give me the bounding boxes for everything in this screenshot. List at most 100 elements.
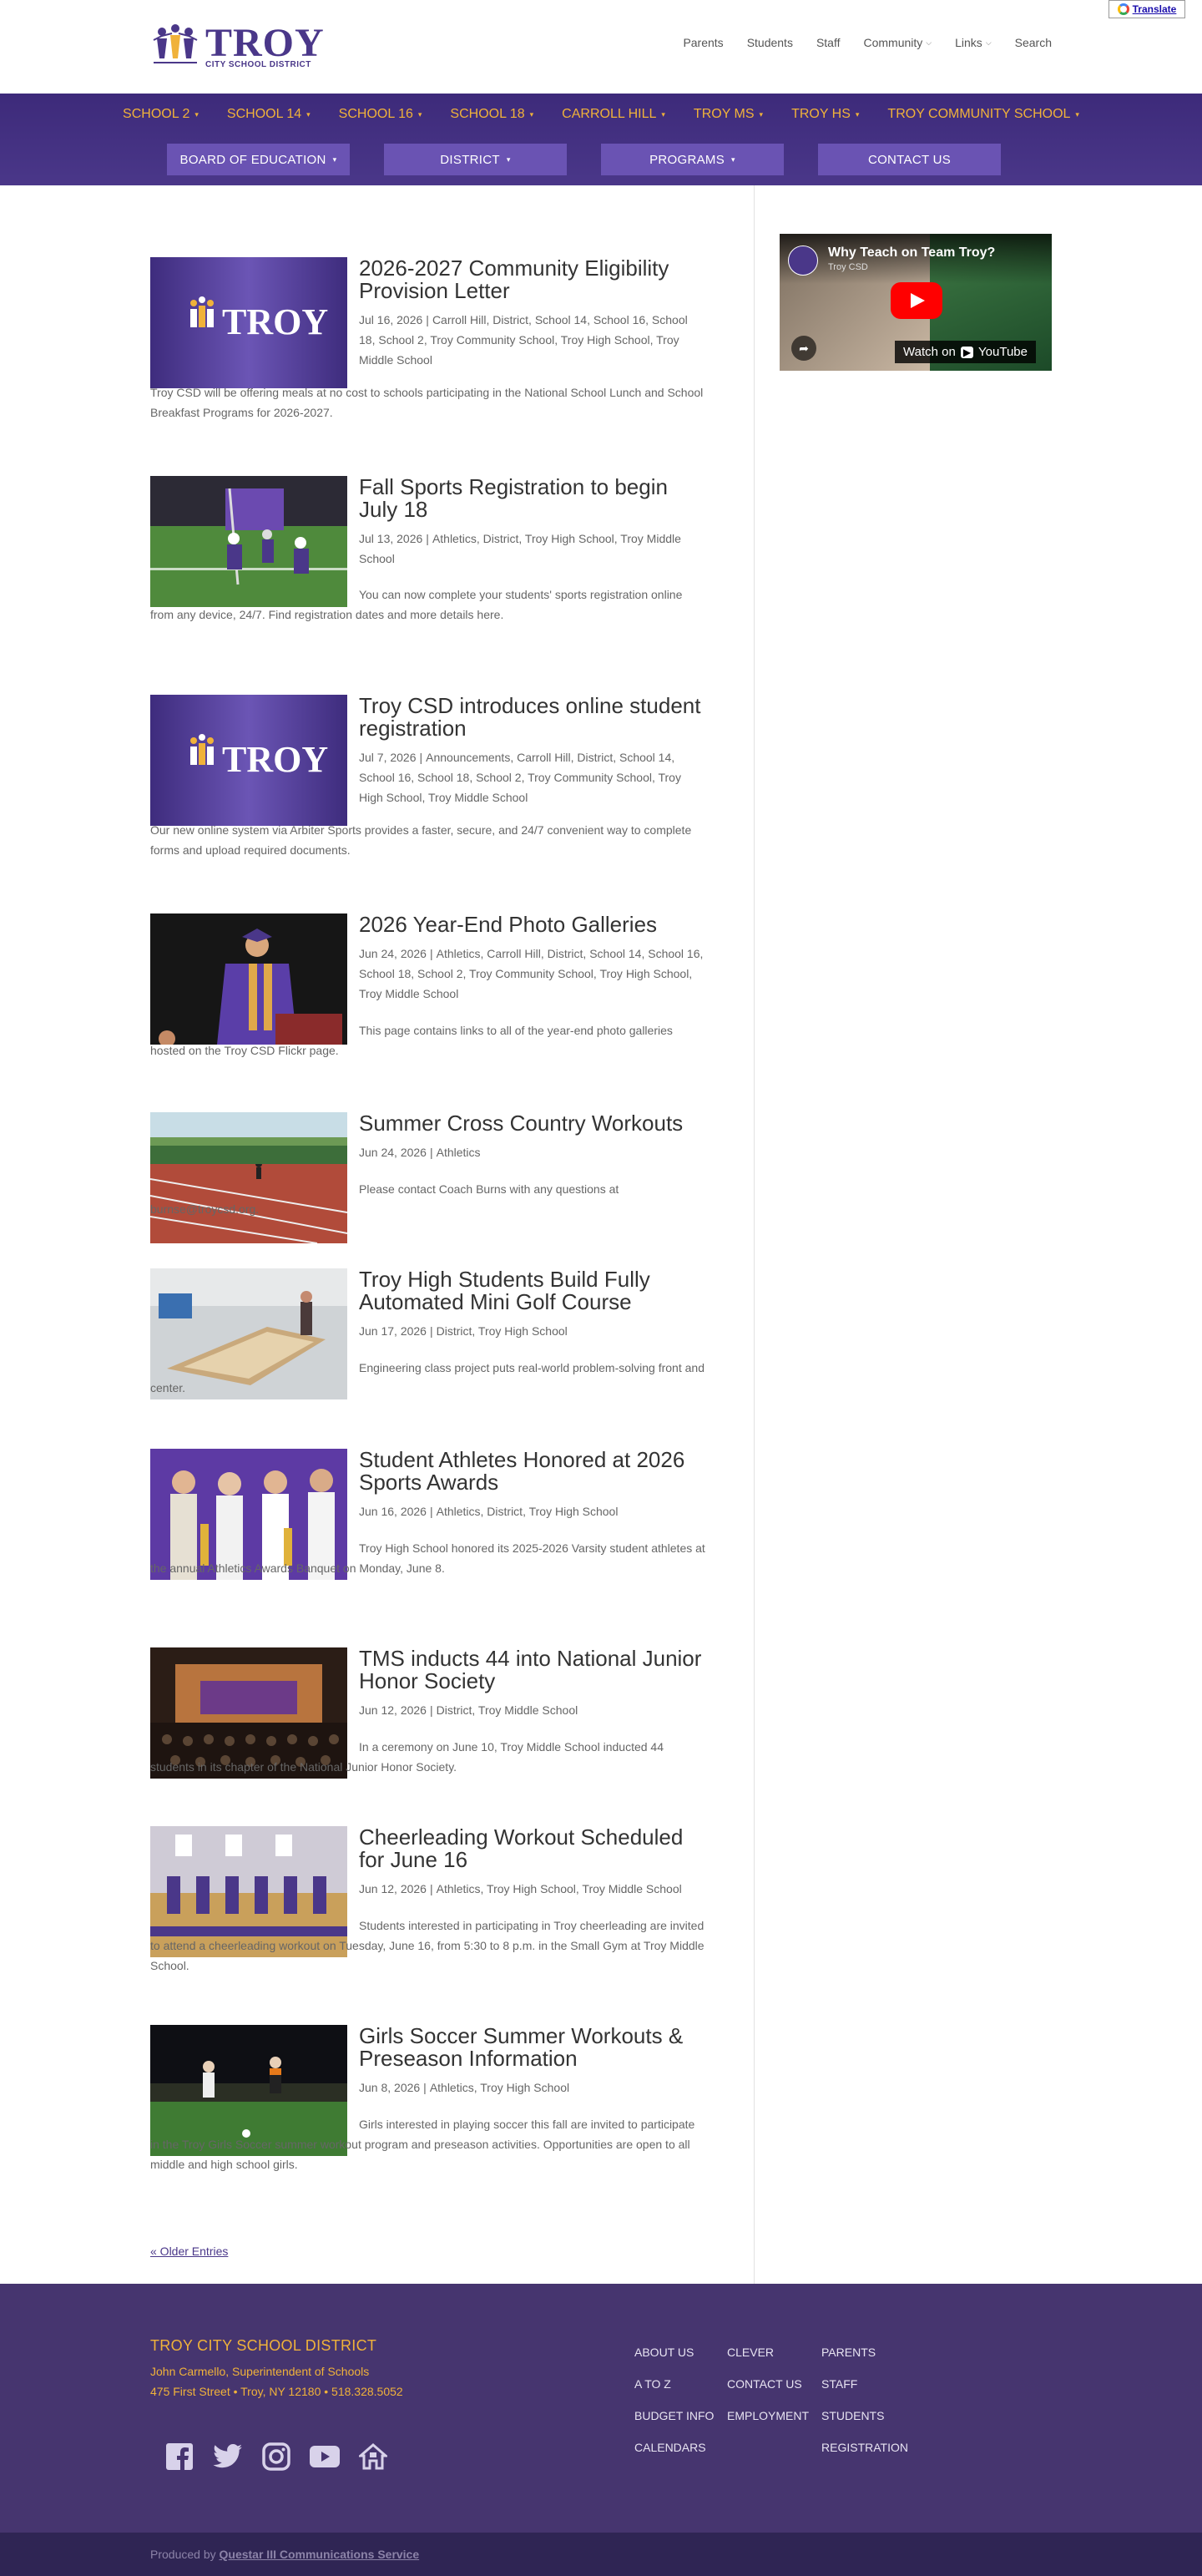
post-categories[interactable]: Athletics: [437, 1146, 481, 1159]
footer-link-registration[interactable]: REGISTRATION: [821, 2441, 908, 2454]
facebook-icon[interactable]: [164, 2441, 195, 2472]
school-nav-label: TROY MS: [693, 107, 755, 121]
post-date: Jun 17, 2026: [359, 1324, 427, 1338]
share-icon[interactable]: ➦: [791, 336, 816, 361]
youtube-label: YouTube: [978, 345, 1028, 359]
school-nav-item[interactable]: SCHOOL 18 ▾: [450, 107, 533, 122]
footer-link-students[interactable]: STUDENTS: [821, 2409, 884, 2422]
school-nav-item[interactable]: CARROLL HILL ▾: [562, 107, 665, 122]
school-nav-item[interactable]: TROY HS ▾: [791, 107, 859, 122]
chevron-down-icon: ▾: [529, 109, 534, 119]
post-meta: Jun 16, 2026 | Athletics, District, Troy H…: [359, 1501, 705, 1521]
play-icon[interactable]: [891, 282, 942, 319]
post-title[interactable]: Summer Cross Country Workouts: [359, 1112, 710, 1135]
post-thumbnail[interactable]: TROY: [150, 257, 347, 388]
footer-link-a-to-z[interactable]: A TO Z: [634, 2377, 671, 2391]
watch-on-youtube-button[interactable]: Watch on ▶ YouTube: [895, 341, 1036, 363]
school-nav-label: SCHOOL 16: [338, 107, 413, 121]
footer-link-contact-us[interactable]: CONTACT US: [727, 2377, 802, 2391]
footer-link-employment[interactable]: EMPLOYMENT: [727, 2409, 809, 2422]
meta-separator: |: [429, 1324, 433, 1338]
footer-district-name: TROY CITY SCHOOL DISTRICT: [150, 2337, 377, 2354]
produced-by-label: Produced by: [150, 2548, 216, 2561]
footer-link-clever[interactable]: CLEVER: [727, 2346, 774, 2359]
post-title[interactable]: Troy High Students Build Fully Automated…: [359, 1268, 710, 1313]
twitter-icon[interactable]: [212, 2441, 244, 2472]
sidebar-divider: [754, 185, 755, 2284]
post-meta: Jun 12, 2026 | Athletics, Troy High School…: [359, 1879, 705, 1899]
school-nav-item[interactable]: SCHOOL 16 ▾: [339, 107, 422, 122]
programs-button[interactable]: PROGRAMS ▾: [601, 144, 784, 175]
post-meta: Jun 8, 2026 | Athletics, Troy High School: [359, 2078, 705, 2098]
nav-parents[interactable]: Parents: [683, 36, 723, 49]
school-nav-label: TROY HS: [791, 107, 851, 121]
school-nav-label: SCHOOL 2: [123, 107, 190, 121]
post-thumbnail[interactable]: TROY: [150, 695, 347, 826]
footer-link-parents[interactable]: PARENTS: [821, 2346, 876, 2359]
school-navigation-bar: SCHOOL 2 ▾ SCHOOL 14 ▾ SCHOOL 16 ▾ SCHOOL 18 ▾ C…: [0, 94, 1202, 185]
footer-link-about-us[interactable]: ABOUT US: [634, 2346, 694, 2359]
post-excerpt: Girls interested in playing soccer this …: [150, 2118, 695, 2171]
chevron-down-icon: ▾: [417, 109, 422, 119]
nav-community[interactable]: Community ⌵: [864, 36, 932, 49]
post-categories[interactable]: Athletics, Troy High School: [430, 2081, 569, 2094]
post-title[interactable]: Cheerleading Workout Scheduled for June …: [359, 1826, 710, 1871]
school-nav-item[interactable]: SCHOOL 14 ▾: [227, 107, 311, 122]
youtube-icon[interactable]: [309, 2441, 341, 2472]
nav-search[interactable]: Search: [1015, 36, 1052, 49]
post-title[interactable]: TMS inducts 44 into National Junior Hono…: [359, 1647, 710, 1693]
post-categories[interactable]: District, Troy Middle School: [437, 1703, 578, 1717]
questar-link[interactable]: Questar III Communications Service: [220, 2548, 420, 2561]
nav-students[interactable]: Students: [747, 36, 793, 49]
post-title[interactable]: 2026 Year-End Photo Galleries: [359, 913, 710, 936]
chevron-down-icon: ▾: [731, 154, 735, 164]
footer-link-calendars[interactable]: CALENDARS: [634, 2441, 706, 2454]
instagram-icon[interactable]: [260, 2441, 292, 2472]
nav-label: Parents: [683, 36, 724, 49]
post-excerpt: Engineering class project puts real-worl…: [150, 1361, 705, 1394]
older-entries-link[interactable]: « Older Entries: [150, 2245, 228, 2258]
home-icon[interactable]: [357, 2441, 389, 2472]
school-nav-item[interactable]: SCHOOL 2 ▾: [123, 107, 199, 122]
school-nav-item[interactable]: TROY COMMUNITY SCHOOL ▾: [887, 107, 1079, 122]
footer-link-staff[interactable]: STAFF: [821, 2377, 857, 2391]
footer-links-col3: PARENTS STAFF STUDENTS REGISTRATION: [821, 2346, 908, 2472]
post-categories[interactable]: Athletics, District, Troy High School: [437, 1505, 619, 1518]
channel-avatar[interactable]: [788, 245, 818, 276]
post-excerpt: In a ceremony on June 10, Troy Middle Sc…: [150, 1740, 664, 1774]
video-embed[interactable]: Why Teach on Team Troy? Troy CSD ➦ Watch…: [780, 234, 1052, 371]
board-of-education-button[interactable]: BOARD OF EDUCATION ▾: [167, 144, 350, 175]
post-excerpt: Please contact Coach Burns with any ques…: [150, 1182, 619, 1216]
nav-links[interactable]: Links ⌵: [955, 36, 992, 49]
district-logo[interactable]: TROY CITY SCHOOL DISTRICT: [150, 18, 324, 75]
button-label: CONTACT US: [867, 152, 952, 167]
school-nav-label: SCHOOL 18: [450, 107, 525, 121]
nav-label: Links: [955, 36, 982, 49]
video-title[interactable]: Why Teach on Team Troy?: [828, 245, 995, 261]
contact-us-button[interactable]: CONTACT US: [818, 144, 1001, 175]
svg-text:TROY: TROY: [222, 739, 328, 780]
footer-link-budget-info[interactable]: BUDGET INFO: [634, 2409, 714, 2422]
nav-staff[interactable]: Staff: [816, 36, 841, 49]
post-title[interactable]: 2026-2027 Community Eligibility Provisio…: [359, 257, 710, 302]
post-title[interactable]: Troy CSD introduces online student regis…: [359, 695, 710, 740]
post-thumbnail[interactable]: [150, 1112, 347, 1243]
button-label: BOARD OF EDUCATION: [179, 152, 326, 167]
translate-label: Translate: [1132, 3, 1177, 15]
post-title[interactable]: Fall Sports Registration to begin July 1…: [359, 476, 710, 521]
post-title[interactable]: Girls Soccer Summer Workouts & Preseason…: [359, 2025, 710, 2070]
meta-separator: |: [429, 1882, 433, 1895]
post-meta: Jul 7, 2026 | Announcements, Carroll Hill,…: [359, 747, 705, 807]
meta-separator: |: [429, 1703, 433, 1717]
school-menu: SCHOOL 2 ▾ SCHOOL 14 ▾ SCHOOL 16 ▾ SCHOOL 18 ▾ C…: [0, 107, 1202, 122]
school-nav-item[interactable]: TROY MS ▾: [694, 107, 763, 122]
post-meta: Jun 17, 2026 | District, Troy High School: [359, 1321, 705, 1341]
chevron-down-icon: ⌵: [985, 38, 992, 47]
post-title[interactable]: Student Athletes Honored at 2026 Sports …: [359, 1449, 710, 1494]
post-date: Jun 24, 2026: [359, 947, 427, 960]
translate-button[interactable]: Translate: [1109, 0, 1185, 18]
meta-separator: |: [429, 1505, 433, 1518]
district-button[interactable]: DISTRICT ▾: [384, 144, 567, 175]
post-categories[interactable]: District, Troy High School: [437, 1324, 568, 1338]
post-categories[interactable]: Athletics, Troy High School, Troy Middle…: [437, 1882, 682, 1895]
